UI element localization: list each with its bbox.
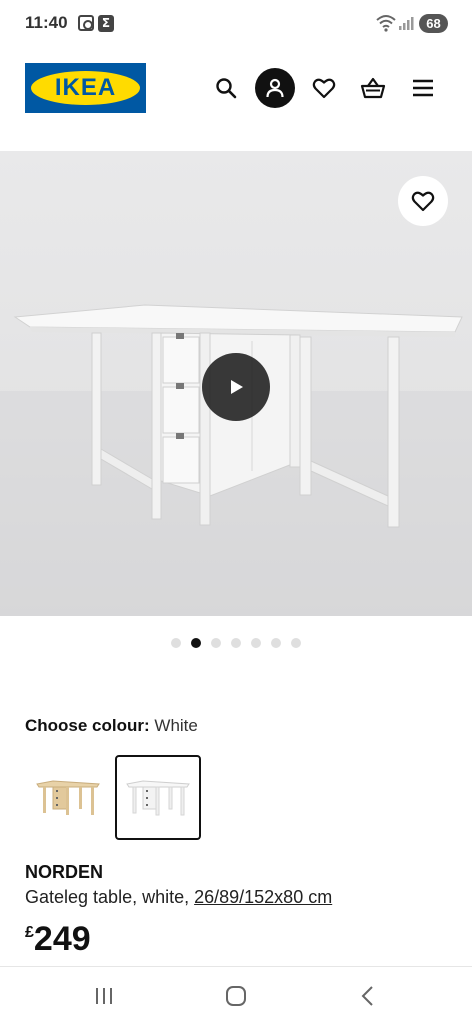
system-navigation-bar (0, 966, 472, 1024)
site-header: IKEA (0, 48, 472, 143)
price-currency: £ (25, 924, 34, 941)
product-name: NORDEN (25, 862, 104, 882)
recent-apps-button[interactable] (89, 983, 119, 1009)
recent-apps-icon (96, 988, 112, 1004)
product-description-text: Gateleg table, white, (25, 887, 195, 907)
colour-swatch-birch[interactable] (25, 755, 111, 840)
wishlist-button[interactable] (304, 68, 344, 108)
carousel-dot[interactable] (211, 638, 221, 648)
carousel-dot[interactable] (231, 638, 241, 648)
birch-table-thumbnail (36, 779, 100, 815)
profile-button[interactable] (255, 68, 295, 108)
signal-icon (399, 17, 414, 30)
carousel-dot[interactable] (171, 638, 181, 648)
white-table-thumbnail (126, 779, 190, 815)
product-price: £249 (25, 920, 91, 959)
product-description: Gateleg table, white, 26/89/152x80 cm (25, 887, 332, 908)
product-dimensions-link[interactable]: 26/89/152x80 cm (194, 887, 332, 907)
battery-indicator: 68 (419, 14, 448, 33)
colour-swatch-white[interactable] (115, 755, 201, 840)
carousel-dot[interactable] (251, 638, 261, 648)
price-amount: 249 (33, 920, 91, 958)
carousel-dot[interactable] (271, 638, 281, 648)
ikea-logo[interactable]: IKEA (25, 63, 146, 113)
status-bar: 11:40 Σ 68 (0, 0, 472, 48)
back-button[interactable] (353, 983, 383, 1009)
wifi-icon (376, 15, 396, 32)
screenshot-icon (78, 15, 94, 31)
notification-icon: Σ (98, 15, 114, 32)
profile-icon (266, 78, 284, 98)
carousel-dot[interactable] (291, 638, 301, 648)
colour-label-text: Choose colour: (25, 716, 150, 735)
status-time: 11:40 (25, 13, 68, 32)
menu-icon (413, 79, 433, 97)
play-icon (231, 380, 243, 394)
logo-text: IKEA (54, 74, 117, 101)
basket-icon (360, 77, 386, 99)
colour-selected-value: White (154, 716, 198, 735)
basket-button[interactable] (353, 68, 393, 108)
heart-icon (411, 191, 435, 212)
search-button[interactable] (206, 68, 246, 108)
back-icon (361, 986, 373, 1006)
image-favourite-button[interactable] (398, 176, 448, 226)
logo-oval: IKEA (31, 71, 140, 105)
colour-label: Choose colour: White (25, 716, 198, 736)
search-icon (216, 78, 237, 99)
heart-icon (312, 78, 336, 99)
home-button[interactable] (221, 983, 251, 1009)
menu-button[interactable] (403, 68, 443, 108)
carousel-dot-active[interactable] (191, 638, 201, 648)
home-icon (226, 986, 246, 1006)
image-carousel-dots (171, 638, 301, 648)
video-play-button[interactable] (202, 353, 270, 421)
